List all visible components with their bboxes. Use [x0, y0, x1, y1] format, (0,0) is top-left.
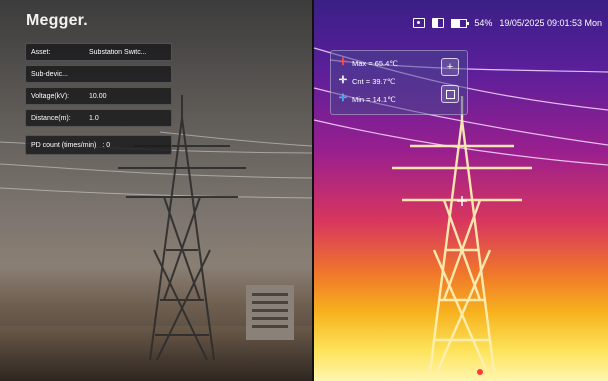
hot-spot-marker-icon — [477, 369, 483, 375]
distance-row[interactable]: Distance(m): 1.0 — [25, 109, 172, 127]
distance-value: 1.0 — [89, 114, 99, 122]
temperature-readout-panel: ✛ Max = 65.4℃ ✛ Cnt = 39.7℃ ✛ Min = 14.1… — [330, 50, 468, 115]
battery-percent: 54% — [474, 18, 493, 28]
distance-label: Distance(m): — [31, 114, 71, 122]
battery-icon — [451, 18, 470, 28]
min-temp-label: Min = 14.1℃ — [352, 94, 396, 104]
center-temp-row: ✛ Cnt = 39.7℃ — [338, 76, 395, 86]
asset-value: Substation Switc... — [89, 48, 147, 56]
center-temp-label: Cnt = 39.7℃ — [352, 76, 396, 86]
max-temp-label: Max = 65.4℃ — [352, 58, 398, 68]
sub-device-label: Sub-devic... — [31, 70, 68, 78]
min-marker-icon: ✛ — [338, 93, 348, 104]
view-split-icon — [432, 18, 445, 28]
thermal-camera-screen: Megger. 54% 19/05/2025 09:01:53 Mon Asse… — [0, 0, 608, 381]
camera-icon — [413, 18, 426, 28]
min-temp-row: ✛ Min = 14.1℃ — [338, 94, 396, 104]
plus-icon: + — [446, 61, 454, 73]
asset-label: Asset: — [31, 48, 51, 56]
status-area: 54% 19/05/2025 09:01:53 Mon — [413, 18, 602, 28]
square-icon — [445, 89, 455, 99]
brand-logo: Megger. — [26, 12, 88, 29]
voltage-row[interactable]: Voltage(kV): 10.00 — [25, 87, 172, 105]
measure-box-button[interactable] — [441, 85, 459, 103]
voltage-value: 10.00 — [89, 92, 107, 100]
pd-count-label: PD count (times/min) — [31, 141, 97, 149]
pd-count-value: : 0 — [102, 141, 111, 149]
asset-info-panel: Asset: Substation Switc... Sub-devic... … — [25, 43, 172, 159]
top-status-bar: Megger. 54% 19/05/2025 09:01:53 Mon — [0, 0, 608, 34]
center-marker-icon: ✛ — [338, 75, 348, 86]
max-temp-row: ✛ Max = 65.4℃ — [338, 58, 398, 68]
voltage-label: Voltage(kV): — [31, 92, 70, 100]
asset-row[interactable]: Asset: Substation Switc... — [25, 43, 172, 61]
center-crosshair-icon — [457, 196, 467, 206]
max-marker-icon: ✛ — [338, 57, 348, 68]
pd-count-row[interactable]: PD count (times/min) : 0 — [25, 135, 172, 155]
sub-device-row[interactable]: Sub-devic... — [25, 65, 172, 83]
battery-fill — [452, 19, 460, 27]
datetime: 19/05/2025 09:01:53 Mon — [499, 18, 602, 28]
add-measure-button[interactable]: + — [441, 58, 459, 76]
